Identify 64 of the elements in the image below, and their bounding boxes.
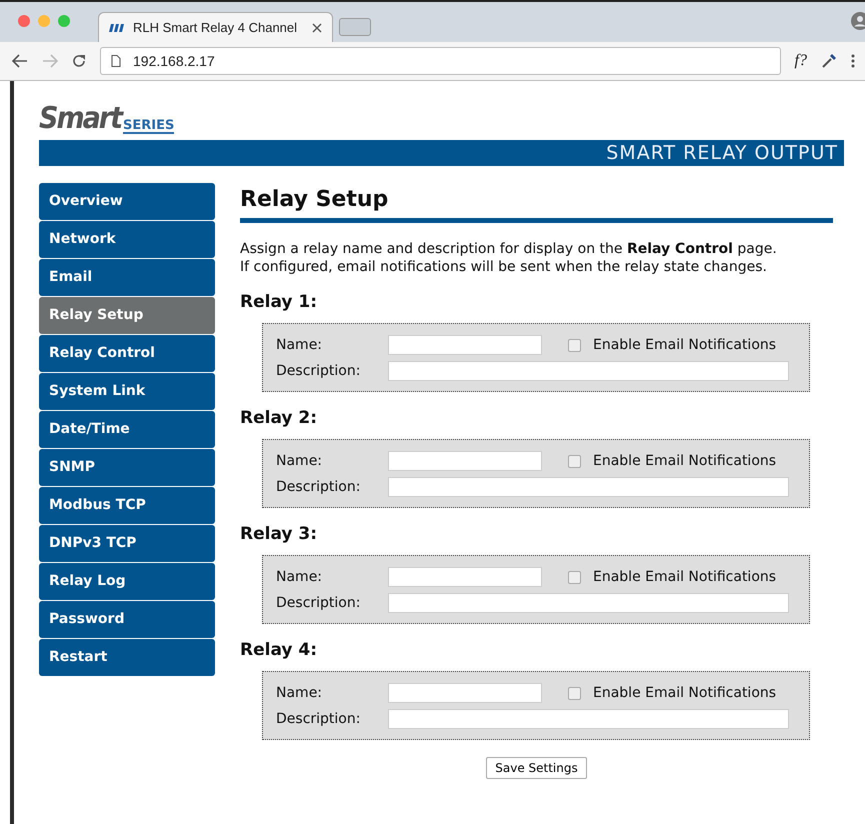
zoom-window-button[interactable] xyxy=(58,15,70,27)
relay-heading: Relay 4: xyxy=(240,640,318,660)
field-label: Name: xyxy=(276,337,324,353)
nav-item[interactable]: Relay Setup xyxy=(39,297,215,334)
checkbox-label: Enable Email Notifications xyxy=(593,453,776,469)
nav-item[interactable]: Modbus TCP xyxy=(39,487,215,524)
tab-title: RLH Smart Relay 4 Channel xyxy=(133,20,298,35)
field-label: Description: xyxy=(276,363,362,379)
nav-item[interactable]: Password xyxy=(39,601,215,638)
nav-item[interactable]: DNPv3 TCP xyxy=(39,525,215,562)
description-field[interactable] xyxy=(388,593,789,613)
email-checkbox[interactable] xyxy=(568,570,581,584)
description-field[interactable] xyxy=(388,361,789,381)
new-tab-button[interactable] xyxy=(339,18,371,36)
field-label: Name: xyxy=(276,453,324,469)
field-label: Description: xyxy=(276,479,362,495)
browser-tab[interactable]: RLH Smart Relay 4 Channel xyxy=(98,12,333,42)
name-field[interactable] xyxy=(388,451,542,471)
profile-icon[interactable] xyxy=(851,12,865,30)
relay-heading: Relay 1: xyxy=(240,292,318,312)
nav-item[interactable]: Date/Time xyxy=(39,411,215,448)
description-field[interactable] xyxy=(388,709,789,729)
email-checkbox[interactable] xyxy=(568,686,581,700)
nav-item[interactable]: Overview xyxy=(39,183,215,220)
checkbox-label: Enable Email Notifications xyxy=(593,337,776,353)
reload-icon[interactable] xyxy=(72,54,86,68)
logo-subtitle: SERIES xyxy=(123,119,174,134)
close-window-button[interactable] xyxy=(18,15,30,27)
nav-item[interactable]: System Link xyxy=(39,373,215,410)
logo-icon xyxy=(109,24,125,32)
nav-item[interactable]: SNMP xyxy=(39,449,215,486)
save-settings-button[interactable]: Save Settings xyxy=(486,757,587,779)
name-field[interactable] xyxy=(388,335,542,355)
minimize-window-button[interactable] xyxy=(38,15,50,27)
field-label: Description: xyxy=(276,595,362,611)
forward-icon[interactable] xyxy=(42,54,58,68)
page-icon xyxy=(111,55,121,67)
email-checkbox[interactable] xyxy=(568,454,581,468)
checkbox-label: Enable Email Notifications xyxy=(593,685,776,701)
extension-button[interactable]: f? xyxy=(794,52,807,70)
name-field[interactable] xyxy=(388,683,542,703)
email-checkbox[interactable] xyxy=(568,338,581,352)
field-label: Name: xyxy=(276,569,324,585)
back-icon[interactable] xyxy=(12,54,28,68)
banner-title: SMART RELAY OUTPUT xyxy=(606,142,838,164)
page-title: Relay Setup xyxy=(240,187,390,212)
checkbox-label: Enable Email Notifications xyxy=(593,569,776,585)
nav-item[interactable]: Relay Log xyxy=(39,563,215,600)
field-label: Name: xyxy=(276,685,324,701)
intro-text: Assign a relay name and description for display on the Relay Control page. If configured, email notifications will be sent when the relay state changes. xyxy=(240,240,778,276)
eyedropper-icon[interactable] xyxy=(821,53,837,69)
nav-item[interactable]: Relay Control xyxy=(39,335,215,372)
logo-wordmark: Smart xyxy=(39,104,121,134)
name-field[interactable] xyxy=(388,567,542,587)
field-label: Description: xyxy=(276,711,362,727)
relay-heading: Relay 3: xyxy=(240,524,318,544)
menu-icon[interactable] xyxy=(851,54,855,68)
nav-item[interactable]: Email xyxy=(39,259,215,296)
nav-item[interactable]: Restart xyxy=(39,639,215,676)
nav-item[interactable]: Network xyxy=(39,221,215,258)
relay-heading: Relay 2: xyxy=(240,408,318,428)
description-field[interactable] xyxy=(388,477,789,497)
close-icon[interactable] xyxy=(312,22,322,32)
address-field[interactable]: 192.168.2.17 xyxy=(100,47,781,75)
